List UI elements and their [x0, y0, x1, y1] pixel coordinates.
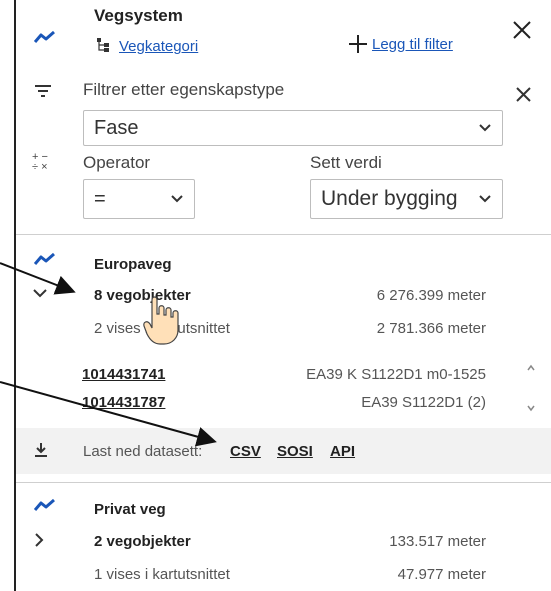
- object-ref: EA39 S1122D1 (2): [361, 394, 486, 411]
- download-bar: Last ned datasett: CSV SOSI API: [16, 428, 551, 474]
- value-select[interactable]: Under bygging: [310, 179, 503, 219]
- result-count[interactable]: 2 vegobjekter: [94, 533, 191, 550]
- download-icon: [35, 443, 47, 457]
- value-label: Sett verdi: [310, 153, 382, 172]
- add-filter-button[interactable]: Legg til filter: [348, 34, 453, 54]
- property-select-value: Fase: [94, 116, 139, 139]
- plus-icon: [349, 35, 367, 53]
- remove-filter-icon[interactable]: [515, 86, 532, 103]
- category-link[interactable]: Vegkategori: [119, 38, 198, 55]
- result-visible-label: 2 vises i kartutsnittet: [94, 320, 230, 337]
- trend-line-icon: [34, 30, 55, 43]
- chevron-down-icon[interactable]: [32, 288, 48, 298]
- result-length: 133.517 meter: [389, 533, 486, 550]
- chevron-down-icon: [171, 195, 183, 203]
- download-csv-link[interactable]: CSV: [230, 443, 261, 460]
- operator-label: Operator: [83, 153, 151, 172]
- result-name: Europaveg: [94, 256, 172, 273]
- download-sosi-link[interactable]: SOSI: [277, 443, 313, 460]
- result-length: 6 276.399 meter: [376, 287, 486, 304]
- section-title: Vegsystem: [94, 6, 183, 25]
- divider: [16, 482, 551, 483]
- result-name: Privat veg: [94, 501, 166, 518]
- operator-select-value: =: [94, 187, 106, 210]
- chevron-down-icon: [479, 195, 491, 203]
- value-select-value: Under bygging: [321, 187, 458, 210]
- property-select[interactable]: Fase: [83, 110, 503, 146]
- object-id-link[interactable]: 1014431741: [82, 366, 165, 383]
- download-api-link[interactable]: API: [330, 443, 355, 460]
- hierarchy-icon: [97, 38, 109, 52]
- object-list: 1014431741 EA39 K S1122D1 m0-1525 101443…: [82, 360, 538, 416]
- divider: [16, 234, 551, 235]
- result-visible-length: 47.977 meter: [397, 566, 486, 583]
- download-label: Last ned datasett:: [83, 443, 203, 460]
- filter-panel: Vegsystem Vegkategori Legg til filter Fi…: [14, 0, 551, 591]
- trend-line-icon: [34, 498, 55, 511]
- close-icon[interactable]: [512, 20, 532, 40]
- object-id-link[interactable]: 1014431787: [82, 394, 165, 411]
- filter-label: Filtrer etter egenskapstype: [83, 80, 285, 99]
- chevron-down-icon: [479, 124, 491, 132]
- scrollbar[interactable]: [526, 362, 536, 414]
- operator-icon: + − ÷ ×: [32, 151, 48, 173]
- add-filter-label: Legg til filter: [372, 35, 453, 53]
- result-count[interactable]: 8 vegobjekter: [94, 287, 191, 304]
- filter-icon: [35, 85, 51, 97]
- chevron-right-icon[interactable]: [34, 532, 44, 548]
- result-visible-length: 2 781.366 meter: [376, 320, 486, 337]
- result-visible-label: 1 vises i kartutsnittet: [94, 566, 230, 583]
- trend-line-icon: [34, 252, 55, 265]
- object-ref: EA39 K S1122D1 m0-1525: [306, 366, 486, 383]
- operator-select[interactable]: =: [83, 179, 195, 219]
